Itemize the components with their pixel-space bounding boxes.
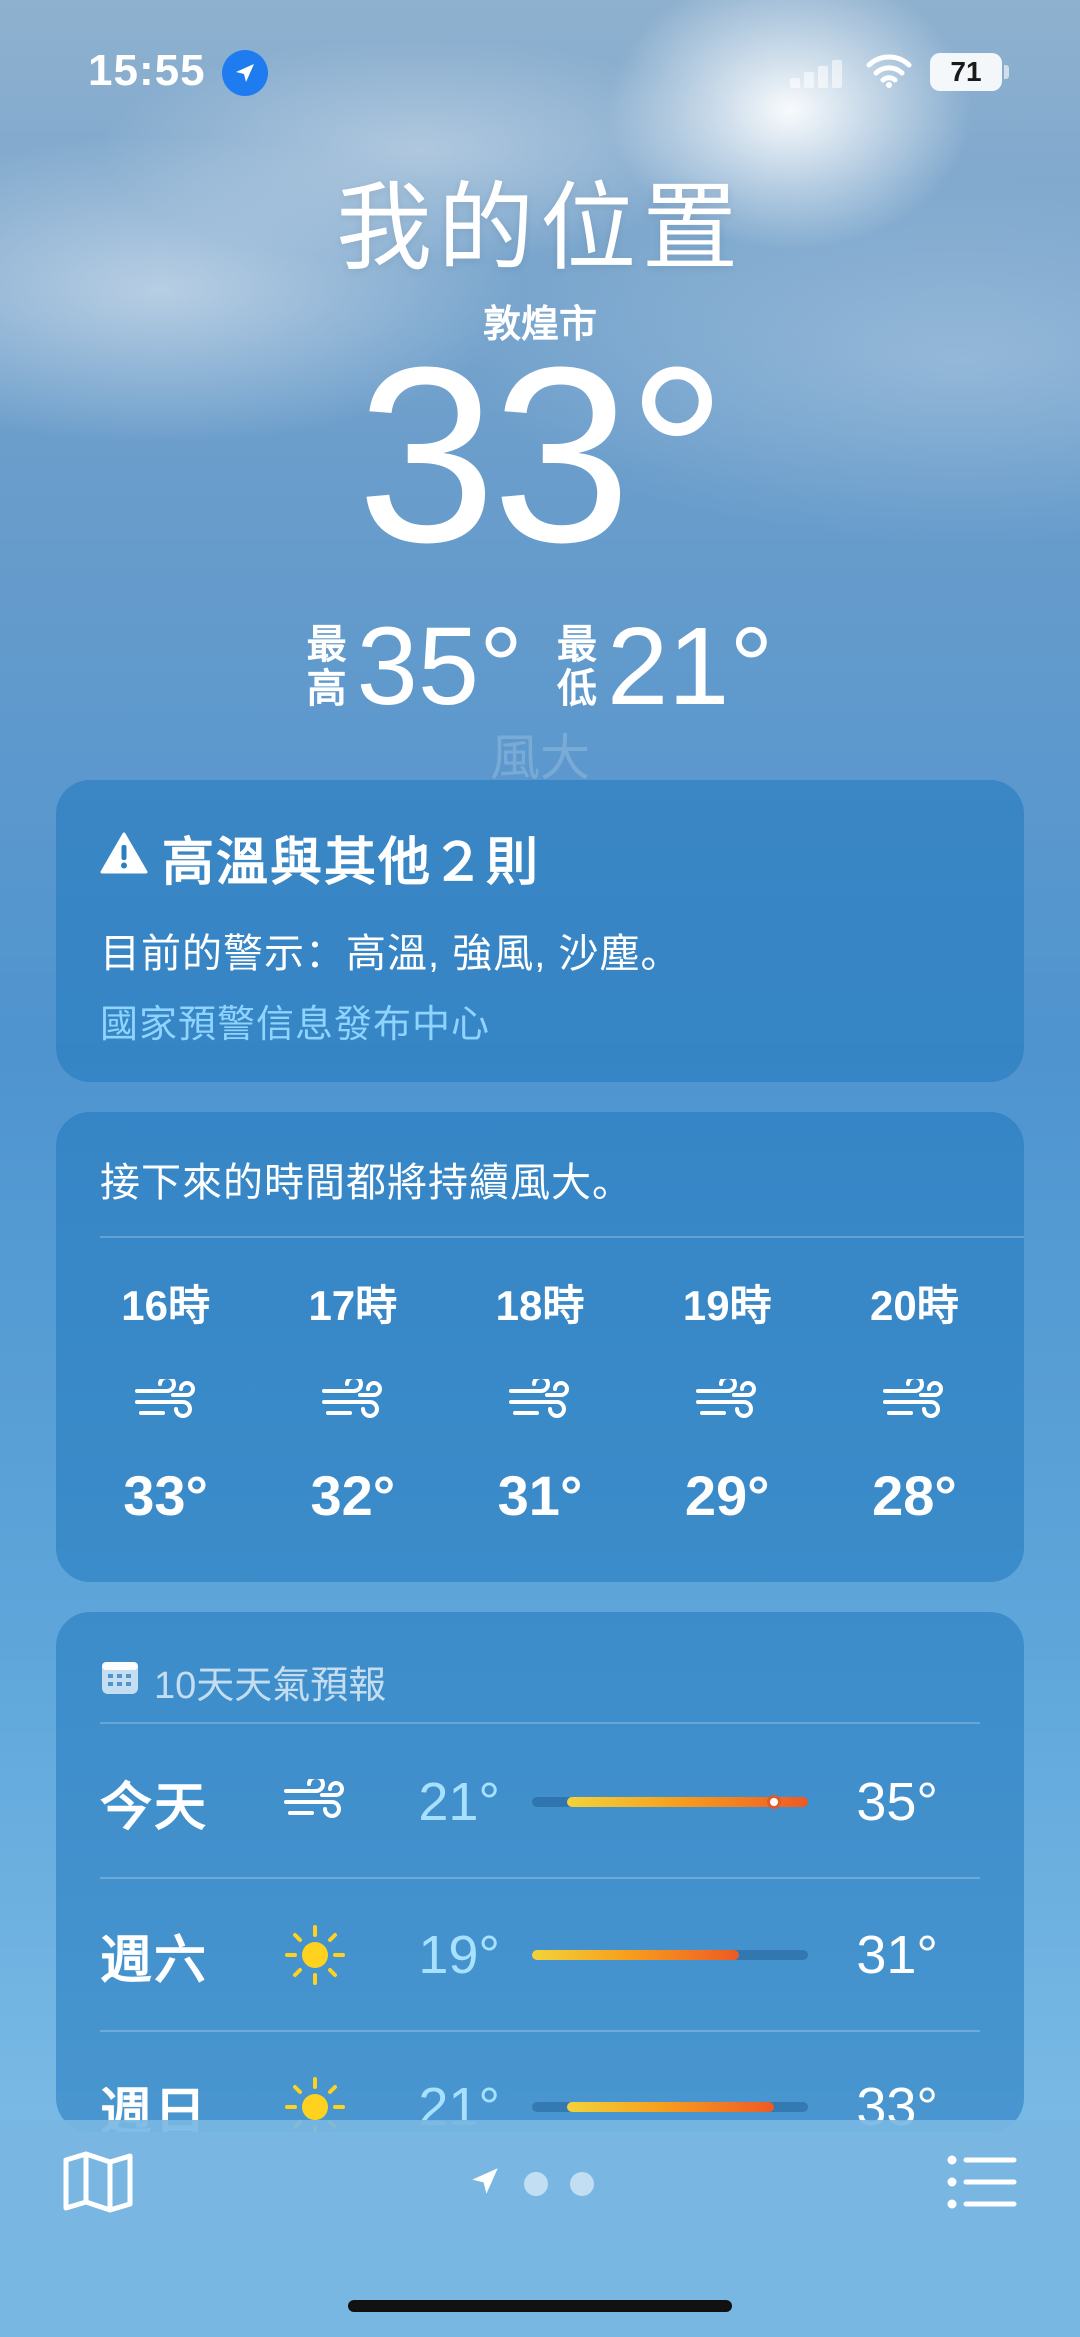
day-low: 19° xyxy=(418,1925,500,1985)
low-label-char-1: 最 xyxy=(557,623,597,667)
hour-time: 19時 xyxy=(682,1282,772,1329)
hour-item: 16時 33° xyxy=(72,1272,259,1528)
high-temp-group: 最 高 35° xyxy=(307,612,523,722)
day-high: 31° xyxy=(856,1925,938,1985)
day-row[interactable]: 週六 19° 31° xyxy=(100,1880,980,2030)
bottom-toolbar xyxy=(0,2120,1080,2337)
temp-range-bar xyxy=(532,1795,808,1809)
hour-temp: 32° xyxy=(310,1464,396,1527)
ten-day-header: 10天天氣預報 xyxy=(100,1654,386,1709)
hour-time: 17時 xyxy=(308,1282,398,1329)
alert-source: 國家預警信息發布中心 xyxy=(100,1004,491,1046)
battery-indicator: 71 xyxy=(930,53,1002,91)
location-title: 我的位置 xyxy=(336,175,744,282)
day-name: 週六 xyxy=(100,1931,209,1990)
high-label-char-1: 最 xyxy=(306,623,347,667)
page-dot[interactable] xyxy=(524,2171,548,2196)
warning-triangle-icon xyxy=(100,828,148,888)
hour-temp: 29° xyxy=(684,1464,770,1527)
hourly-divider xyxy=(100,1236,1024,1238)
day-high: 35° xyxy=(856,1772,938,1832)
temp-range-bar xyxy=(532,2102,808,2112)
day-name: 今天 xyxy=(100,1778,209,1837)
high-temp: 35° xyxy=(356,605,523,728)
hourly-summary: 接下來的時間都將持續風大。 xyxy=(100,1161,633,1205)
current-temperature: 33° xyxy=(356,315,727,594)
location-arrow-icon[interactable] xyxy=(468,2164,502,2203)
day-low: 21° xyxy=(418,1772,500,1832)
high-label: 最 高 xyxy=(307,623,347,711)
day-row[interactable]: 週日 21° 33° xyxy=(100,2032,980,2132)
map-icon[interactable] xyxy=(62,2150,134,2219)
sun-icon xyxy=(260,1923,370,1987)
wifi-icon xyxy=(866,52,912,93)
low-temp-group: 最 低 21° xyxy=(557,612,773,722)
cellular-signal-icon xyxy=(790,58,848,88)
daily-divider xyxy=(100,1877,980,1879)
hour-time: 18時 xyxy=(495,1282,585,1329)
hour-item: 17時 32° xyxy=(259,1272,446,1528)
ten-day-forecast-card[interactable]: 10天天氣預報 今天 21° 35° 週六 19° 31° 週日 21° 33° xyxy=(56,1612,1024,2132)
hour-item: 18時 31° xyxy=(446,1272,633,1528)
temp-range-fill xyxy=(532,1950,739,1960)
alert-text: 目前的警示：高溫, 強風, 沙塵。 xyxy=(100,932,682,976)
low-label: 最 低 xyxy=(557,623,597,711)
status-time: 15:55 xyxy=(88,46,206,95)
home-indicator xyxy=(348,2300,732,2312)
battery-cap xyxy=(1004,65,1009,79)
high-low: 最 高 35° 最 低 21° xyxy=(0,612,1080,722)
temp-range-fill xyxy=(566,2102,774,2112)
daily-divider xyxy=(100,1722,980,1724)
hour-temp: 33° xyxy=(123,1464,208,1527)
hour-time: 16時 xyxy=(121,1282,210,1329)
hourly-forecast-card[interactable]: 接下來的時間都將持續風大。 16時 33° 17時 32° 18時 31° 19… xyxy=(56,1112,1024,1582)
low-label-char-2: 低 xyxy=(557,667,597,711)
hour-temp: 28° xyxy=(872,1464,957,1527)
wind-icon xyxy=(881,1371,947,1433)
wind-icon xyxy=(507,1371,573,1433)
alert-title: 高溫與其他２則 xyxy=(162,834,541,892)
day-row[interactable]: 今天 21° 35° xyxy=(100,1727,980,1877)
weather-alert-card[interactable]: 高溫與其他２則 目前的警示：高溫, 強風, 沙塵。 國家預警信息發布中心 xyxy=(56,780,1024,1082)
page-indicator[interactable] xyxy=(468,2164,594,2203)
hour-item: 20時 28° xyxy=(821,1272,1008,1528)
wind-icon xyxy=(133,1371,199,1433)
wind-icon xyxy=(694,1371,760,1433)
current-temp-dot xyxy=(766,1795,781,1809)
wind-icon xyxy=(320,1371,386,1433)
temp-range-bar xyxy=(532,1950,808,1960)
hour-time: 20時 xyxy=(870,1282,959,1329)
alert-title-row: 高溫與其他２則 xyxy=(100,820,980,895)
calendar-icon xyxy=(100,1658,140,1706)
low-temp: 21° xyxy=(607,605,774,728)
status-bar: 15:55 71 xyxy=(0,0,1080,140)
wind-icon xyxy=(260,1779,370,1825)
hour-item: 19時 29° xyxy=(634,1272,821,1528)
hourly-list[interactable]: 16時 33° 17時 32° 18時 31° 19時 29° 20時 28° xyxy=(56,1272,1024,1528)
location-services-icon xyxy=(222,50,268,96)
hour-temp: 31° xyxy=(497,1464,583,1527)
page-dot[interactable] xyxy=(570,2171,594,2196)
high-label-char-2: 高 xyxy=(306,667,347,711)
ten-day-title: 10天天氣預報 xyxy=(154,1665,387,1707)
list-icon[interactable] xyxy=(946,2154,1018,2215)
